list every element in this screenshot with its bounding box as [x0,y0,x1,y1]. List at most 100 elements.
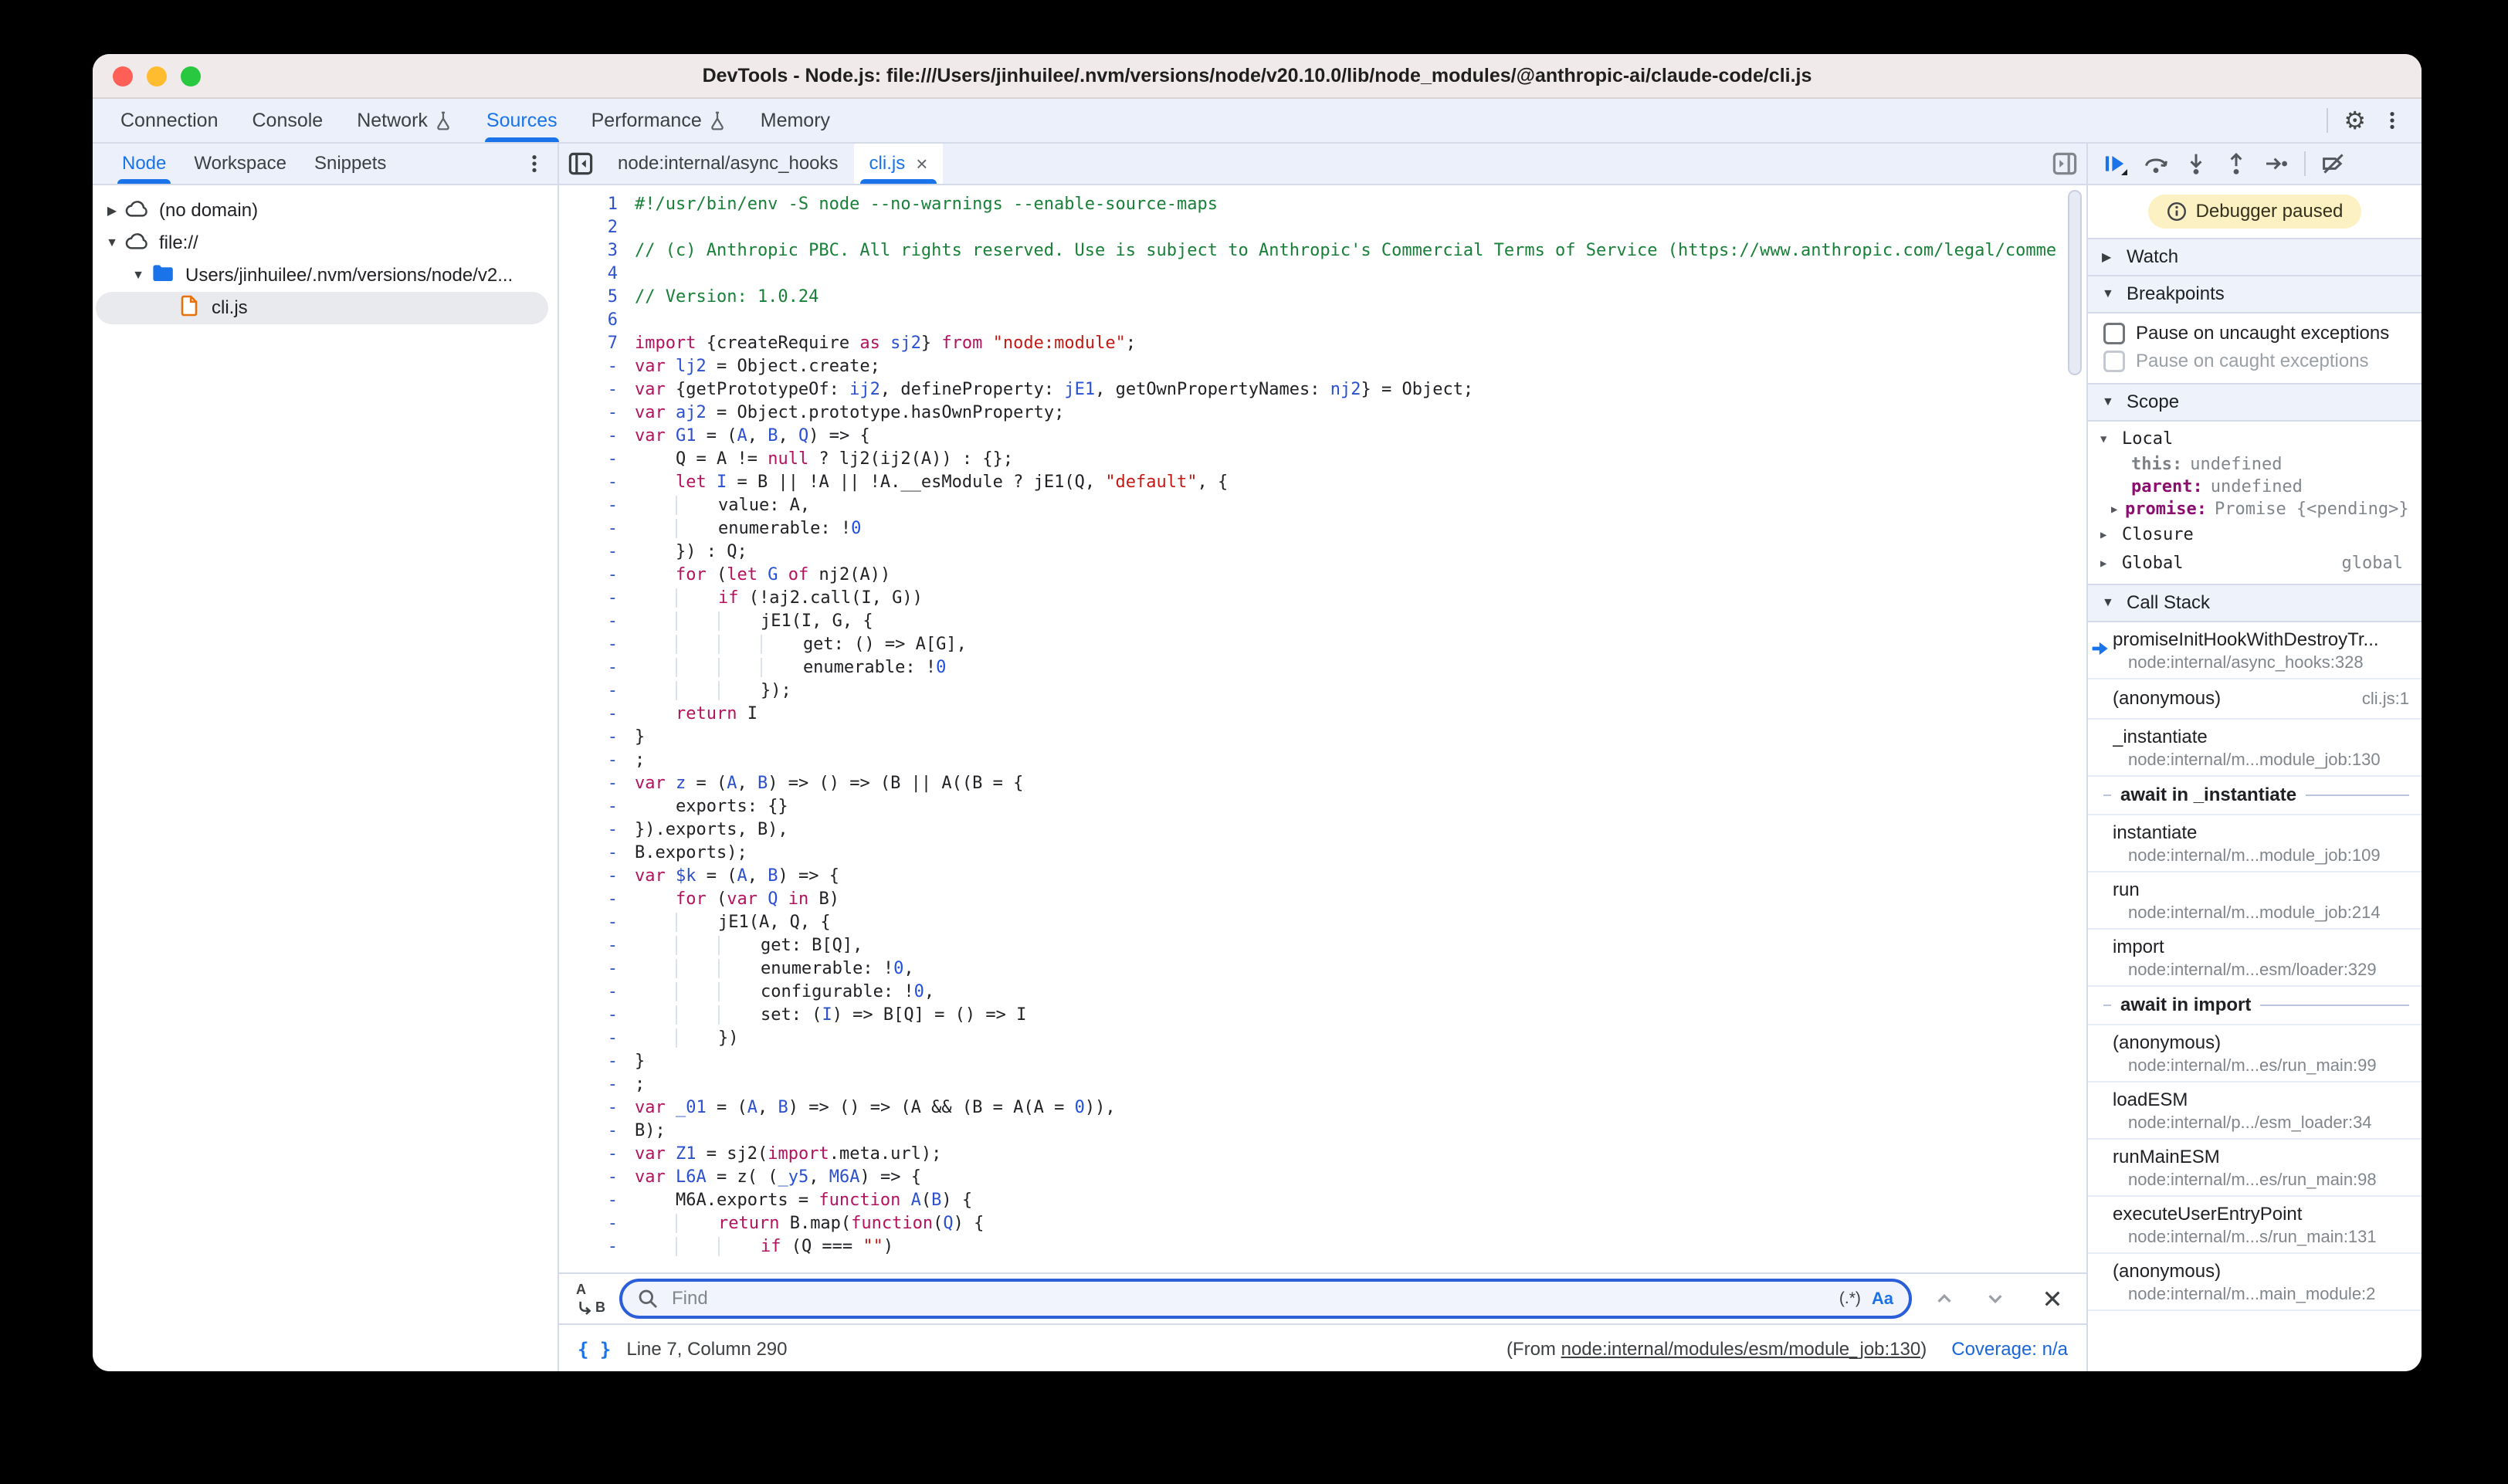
line-number[interactable]: - [559,795,635,818]
close-window-button[interactable] [113,66,133,86]
call-stack-frame-anonymous[interactable]: (anonymous) node:internal/m...es/run_mai… [2088,1025,2422,1083]
code-line[interactable]: - if (!aj2.call(I, G)) [559,587,2086,610]
line-number[interactable]: 7 [559,332,635,355]
scope-variable-expander-icon[interactable]: ▶ [2111,503,2125,516]
line-number[interactable]: 4 [559,263,635,286]
call-stack-frame-loadesm[interactable]: loadESM node:internal/p.../esm_loader:34 [2088,1083,2422,1140]
line-number[interactable]: - [559,355,635,378]
tab-sources[interactable]: Sources [471,99,573,142]
code-line[interactable]: - value: A, [559,494,2086,517]
scope-group-closure[interactable]: ▶ Closure [2088,520,2422,549]
line-number[interactable]: - [559,957,635,981]
code-line[interactable]: - }) [559,1027,2086,1050]
editor-tab-node-internal-async-hooks[interactable]: node:internal/async_hooks [602,144,854,184]
hide-navigator-icon[interactable] [559,144,602,184]
code-line[interactable]: - var aj2 = Object.prototype.hasOwnPrope… [559,401,2086,425]
code-line[interactable]: - }) : Q; [559,540,2086,564]
scope-variable-parent[interactable]: parent: undefined [2088,476,2422,498]
line-number[interactable]: - [559,911,635,934]
call-stack-frame-instantiate[interactable]: _instantiate node:internal/m...module_jo… [2088,720,2422,777]
tree-item-users-jinhuilee-nvm-versions-node-v2[interactable]: ▼ Users/jinhuilee/.nvm/versions/node/v2.… [93,259,558,292]
source-origin-link[interactable]: node:internal/modules/esm/module_job:130 [1561,1339,1921,1360]
minimize-window-button[interactable] [147,66,167,86]
code-line[interactable]: - var $k = (A, B) => { [559,865,2086,888]
line-number[interactable]: - [559,679,635,703]
code-line[interactable]: - enumerable: !0, [559,957,2086,981]
line-number[interactable]: - [559,633,635,656]
call-stack-section-header[interactable]: ▼ Call Stack [2088,584,2422,622]
line-number[interactable]: - [559,934,635,957]
code-line[interactable]: 6 [559,309,2086,332]
resume-button[interactable] [2097,147,2134,181]
line-number[interactable]: - [559,1120,635,1143]
line-number[interactable]: - [559,564,635,587]
code-editor[interactable]: 1 #!/usr/bin/env -S node --no-warnings -… [559,185,2086,1272]
line-number[interactable]: - [559,1004,635,1027]
code-line[interactable]: - return B.map(function(Q) { [559,1212,2086,1235]
line-number[interactable]: - [559,425,635,448]
find-input[interactable] [669,1286,1828,1311]
regex-toggle[interactable]: (.*) [1839,1289,1861,1308]
call-stack-frame-instantiate[interactable]: instantiate node:internal/m...module_job… [2088,815,2422,872]
tab-memory[interactable]: Memory [745,99,846,142]
breakpoint-option-pause-on-uncaught-exceptions[interactable]: Pause on uncaught exceptions [2088,320,2422,347]
call-stack-frame-run[interactable]: run node:internal/m...module_job:214 [2088,872,2422,930]
checkbox[interactable] [2103,351,2125,372]
code-line[interactable]: 3 // (c) Anthropic PBC. All rights reser… [559,239,2086,263]
line-number[interactable]: - [559,1166,635,1189]
tree-expander-icon[interactable]: ▼ [128,269,148,283]
tree-item-no-domain[interactable]: ▶ (no domain) [93,195,558,227]
code-line[interactable]: - var z = (A, B) => () => (B || A((B = { [559,772,2086,795]
code-line[interactable]: - let I = B || !A || !A.__esModule ? jE1… [559,471,2086,494]
scope-group-global[interactable]: ▶ Global global [2088,549,2422,578]
code-line[interactable]: - var G1 = (A, B, Q) => { [559,425,2086,448]
scope-group-local[interactable]: ▼ Local [2088,425,2422,453]
code-line[interactable]: - for (var Q in B) [559,888,2086,911]
breakpoint-option-pause-on-caught-exceptions[interactable]: Pause on caught exceptions [2088,347,2422,375]
code-line[interactable]: - jE1(I, G, { [559,610,2086,633]
find-previous-icon[interactable] [1926,1282,1963,1316]
watch-section-header[interactable]: ▶ Watch [2088,238,2422,276]
code-line[interactable]: 2 [559,216,2086,239]
tab-console[interactable]: Console [236,99,338,142]
line-number[interactable]: - [559,1212,635,1235]
code-line[interactable]: - var lj2 = Object.create; [559,355,2086,378]
line-number[interactable]: - [559,378,635,401]
sidebar-tab-snippets[interactable]: Snippets [300,144,400,184]
line-number[interactable]: 5 [559,286,635,309]
call-stack-frame-anonymous[interactable]: (anonymous) node:internal/m...main_modul… [2088,1254,2422,1311]
pretty-print-icon[interactable]: { } [578,1339,611,1360]
tab-network[interactable]: Network [341,99,468,142]
line-number[interactable]: - [559,1189,635,1212]
line-number[interactable]: - [559,865,635,888]
scope-variable-this[interactable]: this: undefined [2088,453,2422,476]
tree-expander-icon[interactable]: ▶ [102,203,122,219]
line-number[interactable]: - [559,656,635,679]
code-line[interactable]: - ; [559,749,2086,772]
line-number[interactable]: - [559,1027,635,1050]
code-line[interactable]: - get: () => A[G], [559,633,2086,656]
line-number[interactable]: - [559,471,635,494]
line-number[interactable]: - [559,818,635,842]
code-line[interactable]: - for (let G of nj2(A)) [559,564,2086,587]
scope-group-expander-icon[interactable]: ▶ [2100,529,2114,541]
code-line[interactable]: - var {getPrototypeOf: ij2, defineProper… [559,378,2086,401]
code-line[interactable]: 4 [559,263,2086,286]
line-number[interactable]: - [559,703,635,726]
line-number[interactable]: - [559,1235,635,1259]
code-line[interactable]: - get: B[Q], [559,934,2086,957]
zoom-window-button[interactable] [181,66,201,86]
line-number[interactable]: - [559,842,635,865]
scope-group-expander-icon[interactable]: ▼ [2100,433,2114,446]
line-number[interactable]: - [559,587,635,610]
tree-item-cli-js[interactable]: cli.js [93,292,558,324]
code-line[interactable]: 5 // Version: 1.0.24 [559,286,2086,309]
checkbox[interactable] [2103,323,2125,344]
line-number[interactable]: 1 [559,193,635,216]
line-number[interactable]: 3 [559,239,635,263]
line-number[interactable]: - [559,448,635,471]
code-line[interactable]: - exports: {} [559,795,2086,818]
code-line[interactable]: - ; [559,1073,2086,1096]
code-line[interactable]: - jE1(A, Q, { [559,911,2086,934]
code-line[interactable]: - enumerable: !0 [559,656,2086,679]
